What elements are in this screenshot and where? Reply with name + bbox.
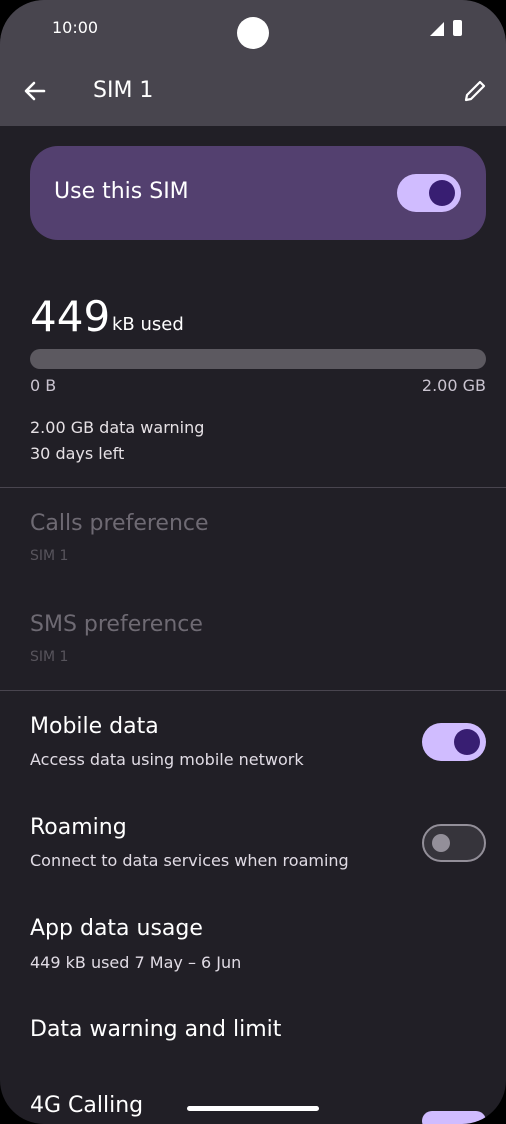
use-sim-toggle[interactable]	[397, 174, 461, 212]
divider	[0, 487, 506, 488]
roaming-title[interactable]: Roaming	[30, 815, 127, 840]
roaming-toggle[interactable]	[422, 824, 486, 862]
calls-preference-value: SIM 1	[30, 548, 69, 564]
calling-toggle[interactable]	[422, 1111, 486, 1124]
calls-preference-title: Calls preference	[30, 511, 209, 536]
sms-preference-value: SIM 1	[30, 649, 69, 665]
roaming-subtitle: Connect to data services when roaming	[30, 851, 349, 870]
status-bar: 10:00	[0, 0, 506, 56]
mobile-data-toggle[interactable]	[422, 723, 486, 761]
toggle-knob	[432, 834, 450, 852]
pencil-edit-icon[interactable]	[462, 78, 488, 104]
battery-icon	[453, 20, 462, 36]
data-warning-text: 2.00 GB data warning	[30, 418, 205, 437]
page-title: SIM 1	[93, 78, 154, 103]
data-warning-limit-title[interactable]: Data warning and limit	[30, 1017, 281, 1042]
sms-preference-title: SMS preference	[30, 612, 203, 637]
usage-unit: kB used	[112, 314, 184, 335]
usage-min-label: 0 B	[30, 376, 57, 395]
signal-icon	[430, 22, 444, 36]
gesture-navigation-bar[interactable]	[187, 1106, 319, 1111]
use-sim-label: Use this SIM	[54, 179, 189, 204]
status-time: 10:00	[52, 18, 99, 37]
mobile-data-subtitle: Access data using mobile network	[30, 750, 304, 769]
phone-screen: 10:00 SIM 1 Use this SIM 449 kB used 0 B…	[0, 0, 506, 1124]
mobile-data-title[interactable]: Mobile data	[30, 714, 159, 739]
toggle-knob	[454, 729, 480, 755]
arrow-back-icon[interactable]	[22, 78, 48, 104]
app-data-usage-subtitle: 449 kB used 7 May – 6 Jun	[30, 953, 242, 972]
usage-progress-bar	[30, 349, 486, 369]
days-left-text: 30 days left	[30, 444, 125, 463]
usage-max-label: 2.00 GB	[421, 376, 486, 395]
divider	[0, 690, 506, 691]
camera-cutout	[237, 17, 269, 49]
toggle-knob	[429, 180, 455, 206]
app-data-usage-title[interactable]: App data usage	[30, 916, 203, 941]
calling-title[interactable]: 4G Calling	[30, 1093, 143, 1118]
usage-amount: 449	[30, 292, 111, 341]
app-bar	[0, 56, 506, 126]
use-sim-card[interactable]: Use this SIM	[30, 146, 486, 240]
